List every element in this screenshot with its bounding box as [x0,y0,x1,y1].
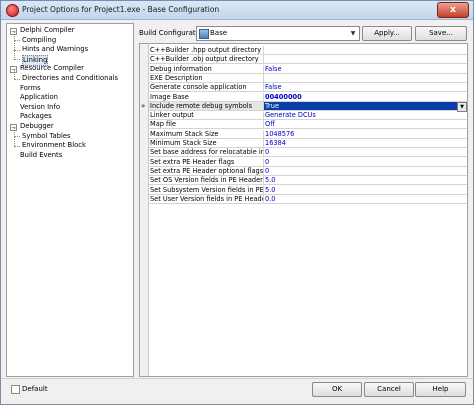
tree-item[interactable]: Packages [20,112,52,121]
option-row[interactable]: Include remote debug symbols True ▼ [149,101,467,112]
option-name: Minimum Stack Size [149,139,264,148]
tree-connector [14,30,15,41]
option-value[interactable]: Generate DCUs [264,111,467,121]
option-row[interactable]: Set base address for relocatable images0 [149,148,467,158]
option-name: Set Subsystem Version fields in PE Head [149,185,264,195]
option-value[interactable]: 16384 [264,139,467,148]
ok-button[interactable]: OK [312,382,362,397]
option-row[interactable]: Maximum Stack Size 1048576 [149,129,467,139]
tree-item[interactable]: Directories and Conditionals [22,74,118,83]
tree-connector [14,126,15,137]
help-button[interactable]: Help [415,382,466,397]
option-row[interactable]: Set extra PE Header optional flags 0 [149,166,467,176]
tree-item[interactable]: Version Info [20,103,60,112]
project-options-window: Project Options for Project1.exe - Base … [0,0,474,405]
delphi-app-icon [6,4,19,17]
options-grid[interactable]: C++Builder .hpp output directory C++Build… [139,43,468,377]
default-label: Default [22,385,48,393]
tree-item[interactable]: Symbol Tables [22,132,71,141]
option-value[interactable]: 5.0 [264,176,467,186]
option-row[interactable]: Set OS Version fields in PE Header as <m… [149,176,467,186]
tree-item[interactable]: Environment Block [22,141,86,150]
option-value[interactable] [264,46,467,55]
option-name: Include remote debug symbols [149,101,264,111]
option-name: Set extra PE Header flags [149,157,264,167]
option-name: Map file [149,120,264,130]
option-value[interactable]: Off [264,120,467,130]
apply-button[interactable]: Apply... [362,26,412,41]
grid-gutter [140,44,149,376]
option-name: C++Builder .obj output directory [149,55,264,65]
option-value[interactable] [264,55,467,65]
option-row[interactable]: Minimum Stack Size 16384 [149,139,467,148]
tree-connector [14,136,15,147]
option-name: EXE Description [149,73,264,83]
window-title: Project Options for Project1.exe - Base … [22,5,220,14]
option-row[interactable]: EXE Description [149,73,467,83]
tree-item[interactable]: Delphi Compiler [20,26,75,35]
tree-item[interactable]: Resource Compiler [20,64,84,73]
option-value[interactable]: False [264,83,467,93]
tree-item[interactable]: Debugger [20,122,54,131]
option-row[interactable]: Map file Off [149,120,467,130]
option-name: Set extra PE Header optional flags [149,166,264,176]
tree-connector [14,49,15,60]
tree-item[interactable]: Compiling [22,36,56,45]
option-value[interactable]: 0.0 [264,195,467,204]
tree-connector [14,69,15,79]
option-value[interactable]: 0 [264,148,467,158]
option-row[interactable]: Set User Version fields in PE Header as0… [149,194,467,204]
tree-item[interactable]: Hints and Warnings [22,45,88,54]
option-name: C++Builder .hpp output directory [149,46,264,55]
chevron-down-icon[interactable]: ▼ [348,28,358,39]
option-value[interactable]: 5.0 [264,186,467,195]
options-tree[interactable]: − Delphi Compiler Compiling Hints and Warni… [6,23,134,377]
option-value[interactable]: 00400000 [264,93,467,102]
option-value[interactable]: False [264,65,467,74]
option-value[interactable]: 0 [264,167,467,176]
option-row[interactable]: Debug information False [149,64,467,74]
tree-item[interactable]: Forms [20,84,41,93]
option-row[interactable]: Linker output Generate DCUs [149,111,467,121]
build-configuration-combo[interactable]: Base ▼ [196,26,360,41]
option-name: Set OS Version fields in PE Header as <m [149,176,264,186]
option-value[interactable]: 1048576 [264,130,467,139]
option-value[interactable]: 0 [264,158,467,167]
option-name: Set base address for relocatable images [149,148,264,158]
option-name: Generate console application [149,83,264,93]
save-button[interactable]: Save... [415,26,467,41]
option-row[interactable]: C++Builder .hpp output directory [149,46,467,55]
tree-connector [14,40,15,51]
option-row[interactable]: Generate console application False [149,83,467,93]
option-row[interactable]: Set extra PE Header flags 0 [149,157,467,167]
option-row[interactable]: C++Builder .obj output directory [149,55,467,65]
option-row[interactable]: Image Base 00400000 [149,92,467,102]
tree-item[interactable]: Application [20,93,58,102]
option-name: Debug information [149,64,264,74]
build-configuration-value: Base [210,29,228,37]
option-name: Linker output [149,111,264,121]
current-row-marker-icon: » [141,101,146,110]
configuration-icon [199,29,209,39]
title-bar[interactable]: Project Options for Project1.exe - Base … [1,1,473,20]
option-value[interactable] [264,74,467,83]
footer-divider [1,378,473,379]
option-name: Maximum Stack Size [149,129,264,139]
default-checkbox[interactable] [11,385,20,394]
tree-item[interactable]: Build Events [20,151,62,160]
option-name: Set User Version fields in PE Header as [149,194,264,204]
cancel-button[interactable]: Cancel [364,382,414,397]
close-button[interactable]: x [437,2,469,18]
option-value[interactable]: True [264,101,458,111]
option-name: Image Base [149,92,264,102]
option-row[interactable]: Set Subsystem Version fields in PE Head5… [149,185,467,195]
